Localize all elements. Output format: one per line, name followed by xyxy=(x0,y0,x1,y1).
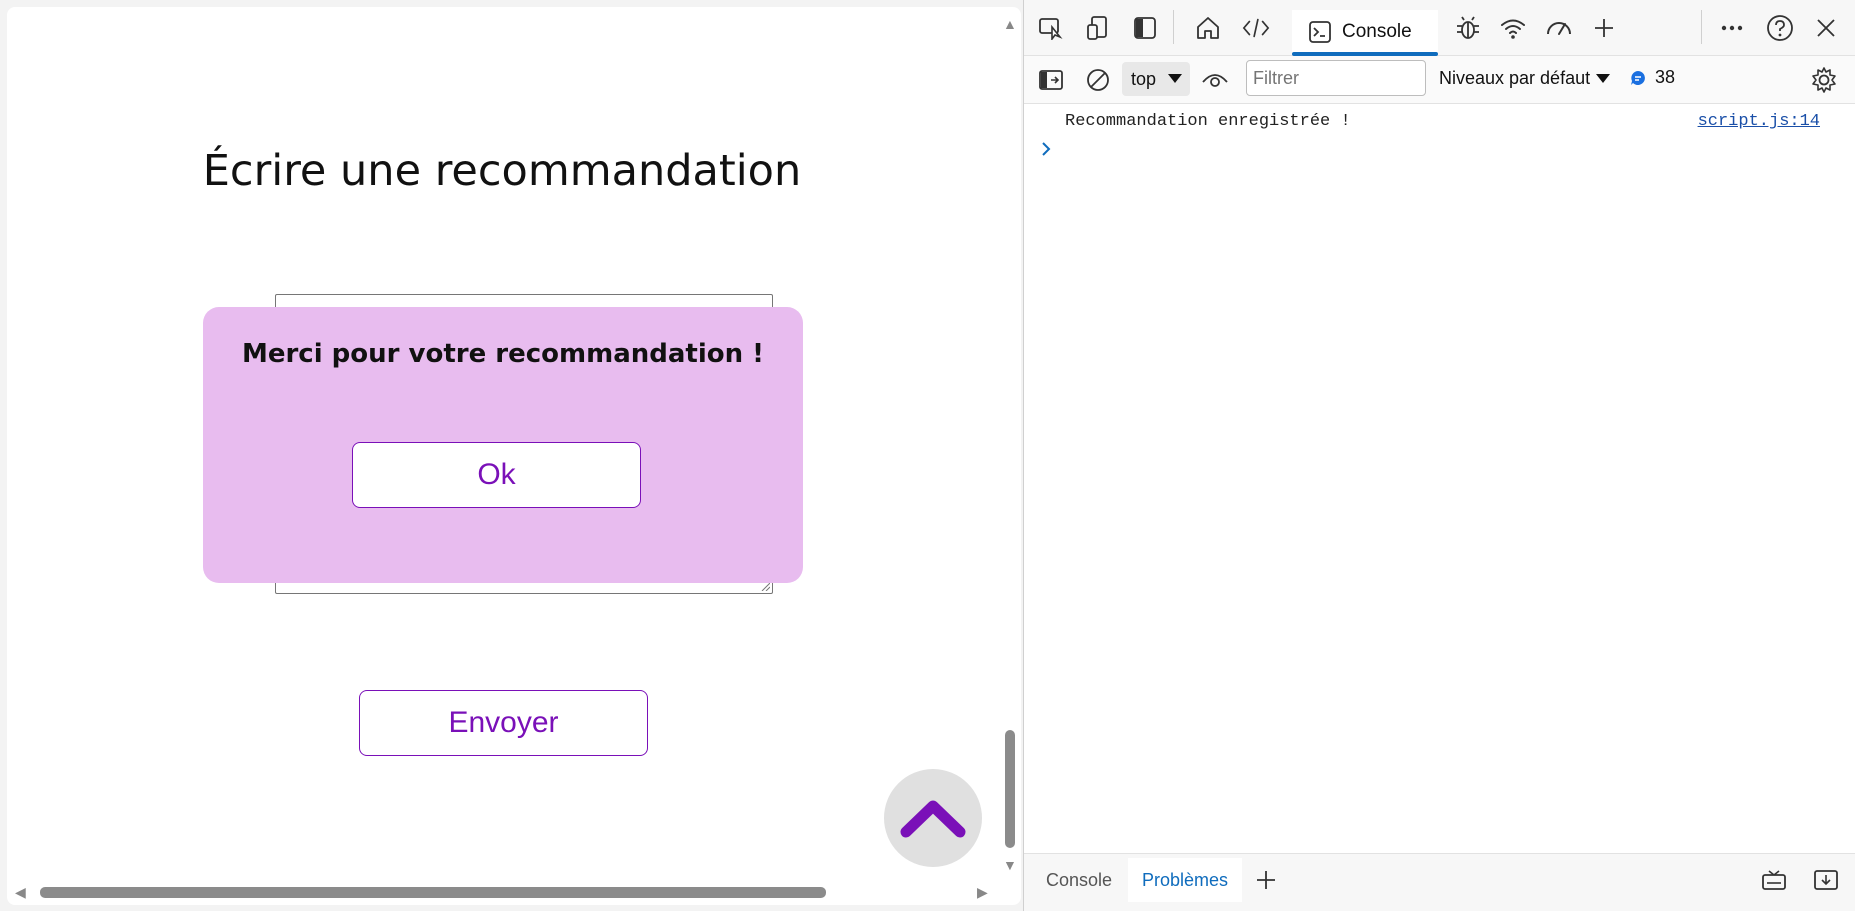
close-drawer-icon[interactable] xyxy=(1812,866,1840,894)
message-count-value: 38 xyxy=(1655,67,1676,87)
tab-console[interactable]: Console xyxy=(1292,10,1438,56)
more-tools-plus-icon[interactable] xyxy=(1590,14,1618,42)
performance-icon[interactable] xyxy=(1545,14,1573,42)
page-viewport: Écrire une recommandation Envoyer Merci … xyxy=(7,7,1021,905)
close-devtools-icon[interactable] xyxy=(1812,14,1840,42)
drawer-tabbar: Console Problèmes xyxy=(1024,853,1855,911)
log-levels-dropdown[interactable]: Niveaux par défaut xyxy=(1439,68,1611,89)
page-horizontal-scrollbar[interactable]: ◀ ▶ xyxy=(7,881,999,903)
inspect-element-icon[interactable] xyxy=(1037,14,1065,42)
sources-bug-icon[interactable] xyxy=(1454,14,1482,42)
devtools-panel: Console top Filtrer Niveaux par défaut 3… xyxy=(1023,0,1855,911)
add-drawer-tab-icon[interactable] xyxy=(1252,866,1280,894)
log-levels-label: Niveaux par défaut xyxy=(1439,68,1591,88)
horizontal-scroll-thumb[interactable] xyxy=(40,887,826,898)
console-settings-gear-icon[interactable] xyxy=(1810,66,1838,94)
devtools-toolbar: Console xyxy=(1024,0,1855,56)
levels-caret-icon xyxy=(1596,74,1611,83)
dropdown-caret-icon xyxy=(1168,74,1182,83)
page-vertical-scrollbar[interactable]: ▲ ▼ xyxy=(999,7,1021,879)
drawer-tab-problems[interactable]: Problèmes xyxy=(1128,858,1243,902)
home-icon[interactable] xyxy=(1194,14,1222,42)
message-count-badge[interactable]: 38 xyxy=(1629,67,1675,88)
drawer-tab-console[interactable]: Console xyxy=(1032,858,1126,902)
console-toolbar: top Niveaux par défaut 38 xyxy=(1024,56,1855,104)
scroll-left-arrow-icon[interactable]: ◀ xyxy=(15,885,26,899)
send-button[interactable]: Envoyer xyxy=(359,690,648,756)
show-sidebar-icon[interactable] xyxy=(1037,66,1065,94)
screen: Écrire une recommandation Envoyer Merci … xyxy=(0,0,1855,911)
context-select-value: top xyxy=(1131,68,1157,89)
console-prompt-chevron-icon[interactable] xyxy=(1040,141,1052,162)
modal-message: Merci pour votre recommandation ! xyxy=(241,339,765,369)
scroll-to-top-button[interactable] xyxy=(884,769,982,867)
elements-icon[interactable] xyxy=(1242,14,1270,42)
move-to-top-panel-icon[interactable] xyxy=(1760,866,1788,894)
scroll-up-arrow-icon[interactable]: ▲ xyxy=(1003,17,1017,31)
clear-console-icon[interactable] xyxy=(1084,66,1112,94)
message-bubble-icon xyxy=(1631,70,1645,85)
console-log-source-link[interactable]: script.js:14 xyxy=(1698,112,1820,131)
console-icon xyxy=(1309,21,1331,43)
dock-side-icon[interactable] xyxy=(1131,14,1159,42)
confirmation-modal: Merci pour votre recommandation ! Ok xyxy=(203,307,803,583)
network-icon[interactable] xyxy=(1499,14,1527,42)
console-log-message: Recommandation enregistrée ! xyxy=(1065,112,1351,131)
page-title: Écrire une recommandation xyxy=(202,146,802,196)
live-expression-eye-icon[interactable] xyxy=(1201,66,1229,94)
chevron-up-icon xyxy=(900,800,966,838)
device-emulation-icon[interactable] xyxy=(1084,14,1112,42)
vertical-scroll-thumb[interactable] xyxy=(1005,730,1015,848)
scroll-right-arrow-icon[interactable]: ▶ xyxy=(977,885,988,899)
ok-button[interactable]: Ok xyxy=(352,442,641,508)
scroll-down-arrow-icon[interactable]: ▼ xyxy=(1003,858,1017,872)
more-options-icon[interactable] xyxy=(1718,14,1746,42)
help-icon[interactable] xyxy=(1766,14,1794,42)
filter-input[interactable] xyxy=(1246,60,1426,96)
context-select[interactable]: top xyxy=(1122,62,1190,96)
console-output: Recommandation enregistrée ! script.js:1… xyxy=(1024,105,1855,853)
tab-console-label: Console xyxy=(1342,21,1412,42)
